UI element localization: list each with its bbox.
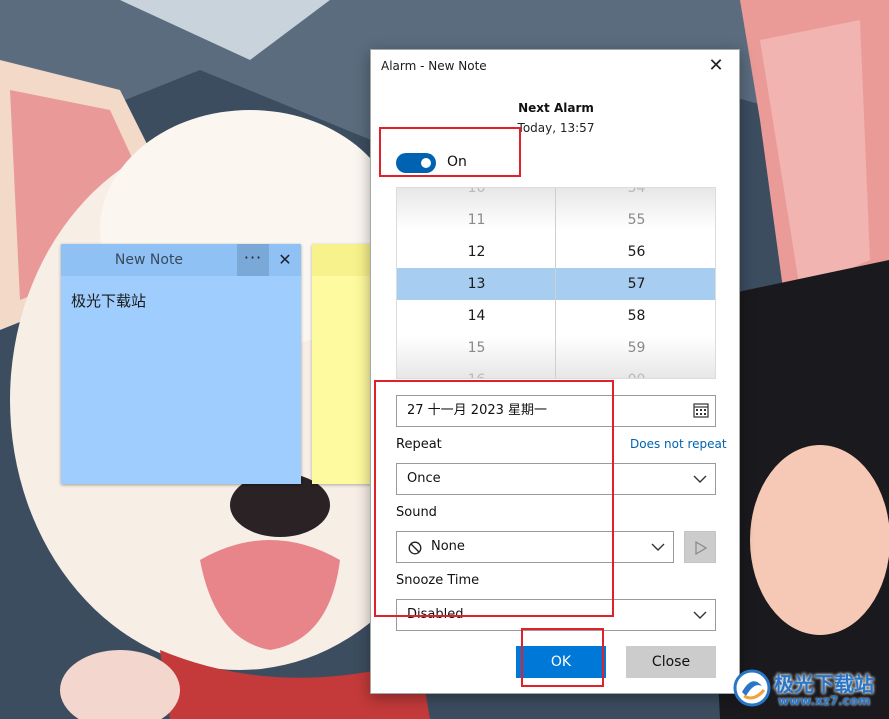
annotation-box-toggle <box>379 127 521 177</box>
calendar-icon[interactable] <box>693 402 709 418</box>
dialog-close-button[interactable]: ✕ <box>702 54 730 78</box>
hour-item[interactable]: 12 <box>397 236 556 268</box>
annotation-box-ok <box>521 628 604 687</box>
watermark-text: 极光下载站 <box>774 672 874 696</box>
minute-column[interactable]: 54 55 56 57 58 59 00 <box>557 188 715 378</box>
hour-item[interactable]: 10 <box>397 188 556 204</box>
note-body-text[interactable]: 极光下载站 <box>71 290 146 311</box>
minute-item[interactable]: 54 <box>557 188 715 204</box>
hour-column[interactable]: 10 11 12 13 14 15 16 <box>397 188 556 378</box>
annotation-box-fields <box>374 380 614 617</box>
note-header[interactable]: New Note ··· ✕ <box>61 244 301 276</box>
hour-item[interactable]: 14 <box>397 300 556 332</box>
hour-item[interactable]: 11 <box>397 204 556 236</box>
minute-item[interactable]: 59 <box>557 332 715 364</box>
hour-item[interactable]: 15 <box>397 332 556 364</box>
site-watermark: 极光下载站 www.xz7.com <box>730 664 880 712</box>
time-picker[interactable]: 10 11 12 13 14 15 16 54 55 56 57 58 59 0… <box>396 187 716 379</box>
minute-item[interactable]: 55 <box>557 204 715 236</box>
watermark-logo-icon <box>733 669 771 707</box>
minute-item[interactable]: 56 <box>557 236 715 268</box>
note-close-button[interactable]: ✕ <box>269 244 301 276</box>
next-alarm-heading: Next Alarm <box>518 101 594 115</box>
chevron-down-icon <box>693 611 707 619</box>
dialog-title: Alarm - New Note <box>381 59 487 73</box>
minute-item[interactable]: 58 <box>557 300 715 332</box>
minute-item-selected[interactable]: 57 <box>557 268 715 300</box>
note-title: New Note <box>114 252 184 268</box>
play-icon <box>695 541 707 555</box>
more-options-button[interactable]: ··· <box>237 244 269 276</box>
play-sound-button[interactable] <box>684 531 716 563</box>
close-button[interactable]: Close <box>626 646 716 678</box>
repeat-summary-link[interactable]: Does not repeat <box>630 437 727 451</box>
watermark-url: www.xz7.com <box>778 694 871 708</box>
chevron-down-icon <box>693 475 707 483</box>
hour-item-selected[interactable]: 13 <box>397 268 556 300</box>
hour-item[interactable]: 16 <box>397 364 556 378</box>
chevron-down-icon <box>651 543 665 551</box>
sticky-note-blue[interactable]: New Note ··· ✕ 极光下载站 <box>61 244 301 484</box>
minute-item[interactable]: 00 <box>557 364 715 378</box>
